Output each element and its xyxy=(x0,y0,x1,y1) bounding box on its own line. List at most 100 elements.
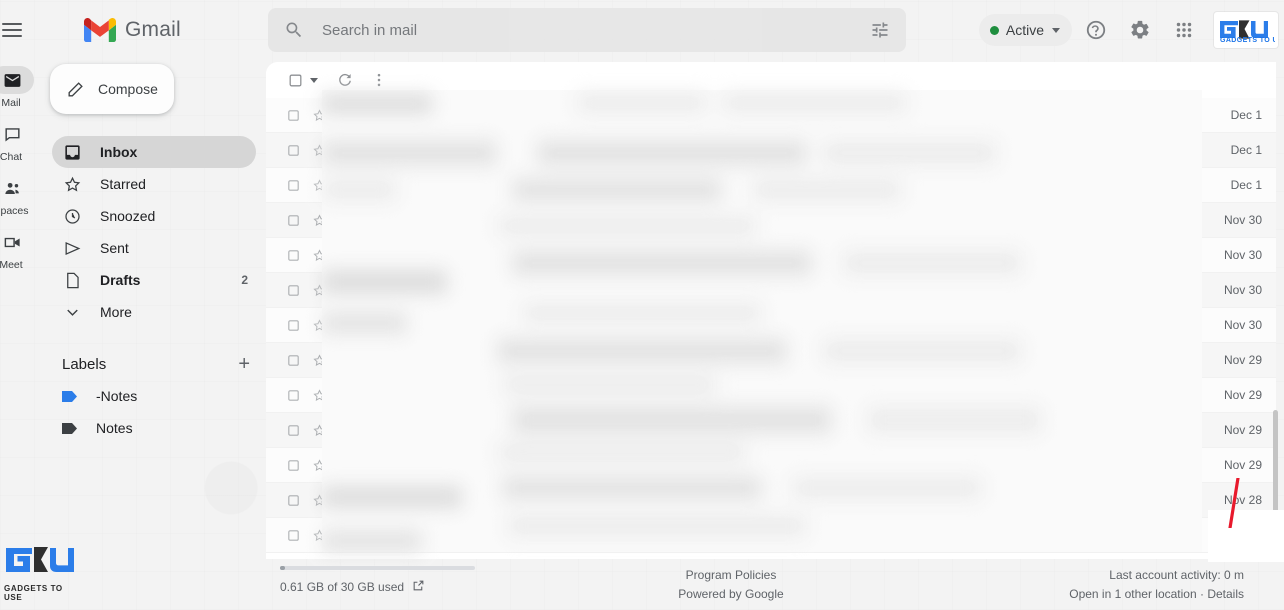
row-star-icon[interactable] xyxy=(306,143,332,158)
row-star-icon[interactable] xyxy=(306,388,332,403)
label-item-notes-dash[interactable]: -Notes xyxy=(36,380,266,412)
row-checkbox[interactable] xyxy=(280,458,306,473)
row-sender: Me xyxy=(366,492,385,508)
row-important-icon[interactable] xyxy=(332,493,358,508)
row-important-icon[interactable] xyxy=(332,458,358,473)
row-checkbox[interactable] xyxy=(280,248,306,263)
row-important-icon[interactable] xyxy=(332,213,358,228)
row-important-icon[interactable] xyxy=(332,143,358,158)
open-elsewhere-label[interactable]: Open in 1 other location · Details xyxy=(896,585,1244,604)
row-star-icon[interactable] xyxy=(306,353,332,368)
rail-item-mail[interactable]: Mail xyxy=(0,62,34,111)
table-row[interactable]: clo Nov 30 xyxy=(266,203,1276,238)
sidebar-item-more[interactable]: More xyxy=(36,296,256,328)
row-important-icon[interactable] xyxy=(332,353,358,368)
row-star-icon[interactable] xyxy=(306,318,332,333)
select-all-checkbox[interactable] xyxy=(280,65,310,95)
row-important-icon[interactable] xyxy=(332,108,358,123)
more-vertical-icon[interactable] xyxy=(364,65,394,95)
row-important-icon[interactable] xyxy=(332,178,358,193)
row-star-icon[interactable] xyxy=(306,178,332,193)
table-row[interactable]: Me Nov 28 xyxy=(266,483,1276,518)
rail-item-meet[interactable]: Meet xyxy=(0,224,32,273)
help-circle-icon[interactable] xyxy=(1076,10,1116,50)
table-row[interactable]: De Dec 1 xyxy=(266,98,1276,133)
table-row[interactable]: De Dec 1 xyxy=(266,168,1276,203)
row-star-icon[interactable] xyxy=(306,493,332,508)
row-date: Nov 30 xyxy=(1223,283,1262,297)
mail-list-toolbar xyxy=(266,62,1276,98)
row-star-icon[interactable] xyxy=(306,108,332,123)
row-sender: Ro xyxy=(366,422,383,438)
refresh-icon[interactable] xyxy=(330,65,360,95)
compose-button[interactable]: Compose xyxy=(50,64,174,114)
watermark-logo: GADGETS TO USE xyxy=(4,544,82,602)
row-star-icon[interactable] xyxy=(306,283,332,298)
rail-item-spaces[interactable]: Spaces xyxy=(0,170,32,219)
label-item-notes[interactable]: Notes xyxy=(36,412,266,444)
row-checkbox[interactable] xyxy=(280,528,306,543)
search-bar[interactable] xyxy=(268,8,906,52)
row-sender: De xyxy=(366,177,383,193)
sidebar-item-drafts[interactable]: Drafts 2 xyxy=(36,264,256,296)
table-row[interactable]: Su Nov 29 xyxy=(266,343,1276,378)
row-star-icon[interactable] xyxy=(306,248,332,263)
row-important-icon[interactable] xyxy=(332,423,358,438)
row-star-icon[interactable] xyxy=(306,528,332,543)
row-checkbox[interactable] xyxy=(280,493,306,508)
row-checkbox[interactable] xyxy=(280,178,306,193)
draft-icon xyxy=(62,270,82,290)
open-in-new-icon[interactable] xyxy=(412,579,425,595)
row-important-icon[interactable] xyxy=(332,388,358,403)
row-checkbox[interactable] xyxy=(280,283,306,298)
filter-options-icon[interactable] xyxy=(870,20,890,40)
account-logo[interactable]: GADGETS TO USE xyxy=(1214,12,1278,48)
labels-title: Labels xyxy=(62,355,107,373)
row-star-icon[interactable] xyxy=(306,213,332,228)
row-checkbox[interactable] xyxy=(280,108,306,123)
row-important-icon[interactable] xyxy=(332,248,358,263)
rail-item-chat[interactable]: Chat xyxy=(0,116,32,165)
row-content-redacted xyxy=(424,448,1190,482)
row-checkbox[interactable] xyxy=(280,353,306,368)
sidebar-item-sent[interactable]: Sent xyxy=(36,232,256,264)
table-row[interactable]: Ro Nov 30 xyxy=(266,273,1276,308)
status-chip-active[interactable]: Active xyxy=(978,14,1072,46)
table-row[interactable]: Ro Nov 29 xyxy=(266,378,1276,413)
row-checkbox[interactable] xyxy=(280,423,306,438)
hamburger-icon[interactable] xyxy=(2,23,22,37)
row-important-icon[interactable] xyxy=(332,283,358,298)
row-content-redacted xyxy=(424,413,1190,447)
plus-icon[interactable]: + xyxy=(238,354,250,374)
program-policies-link[interactable]: Program Policies xyxy=(566,566,896,585)
table-row[interactable]: Aja xyxy=(266,518,1276,553)
table-row[interactable]: Lav Dec 1 xyxy=(266,133,1276,168)
row-content-redacted xyxy=(424,378,1190,412)
gear-icon[interactable] xyxy=(1120,10,1160,50)
sidebar-item-inbox[interactable]: Inbox xyxy=(52,136,256,168)
row-sender: clo xyxy=(366,212,383,228)
row-checkbox[interactable] xyxy=(280,213,306,228)
row-checkbox[interactable] xyxy=(280,388,306,403)
apps-grid-icon[interactable] xyxy=(1164,10,1204,50)
row-checkbox[interactable] xyxy=(280,143,306,158)
row-important-icon[interactable] xyxy=(332,528,358,543)
row-sender: Ro xyxy=(366,457,383,473)
search-input[interactable] xyxy=(322,21,870,39)
gmail-brand[interactable]: Gmail xyxy=(84,18,181,42)
row-star-icon[interactable] xyxy=(306,458,332,473)
row-checkbox[interactable] xyxy=(280,318,306,333)
sidebar-item-snoozed[interactable]: Snoozed xyxy=(36,200,256,232)
row-sender: De xyxy=(366,107,383,123)
sidebar-item-starred[interactable]: Starred xyxy=(36,168,256,200)
brand-title: Gmail xyxy=(125,18,181,41)
row-star-icon[interactable] xyxy=(306,423,332,438)
row-important-icon[interactable] xyxy=(332,318,358,333)
table-row[interactable]: Ro Nov 29 xyxy=(266,413,1276,448)
chevron-down-icon xyxy=(1052,27,1060,33)
table-row[interactable]: Ro Nov 30 xyxy=(266,238,1276,273)
table-row[interactable]: De Nov 30 xyxy=(266,308,1276,343)
table-row[interactable]: Ro Nov 29 xyxy=(266,448,1276,483)
chevron-down-icon[interactable] xyxy=(310,77,318,83)
row-sender: De xyxy=(366,317,383,333)
